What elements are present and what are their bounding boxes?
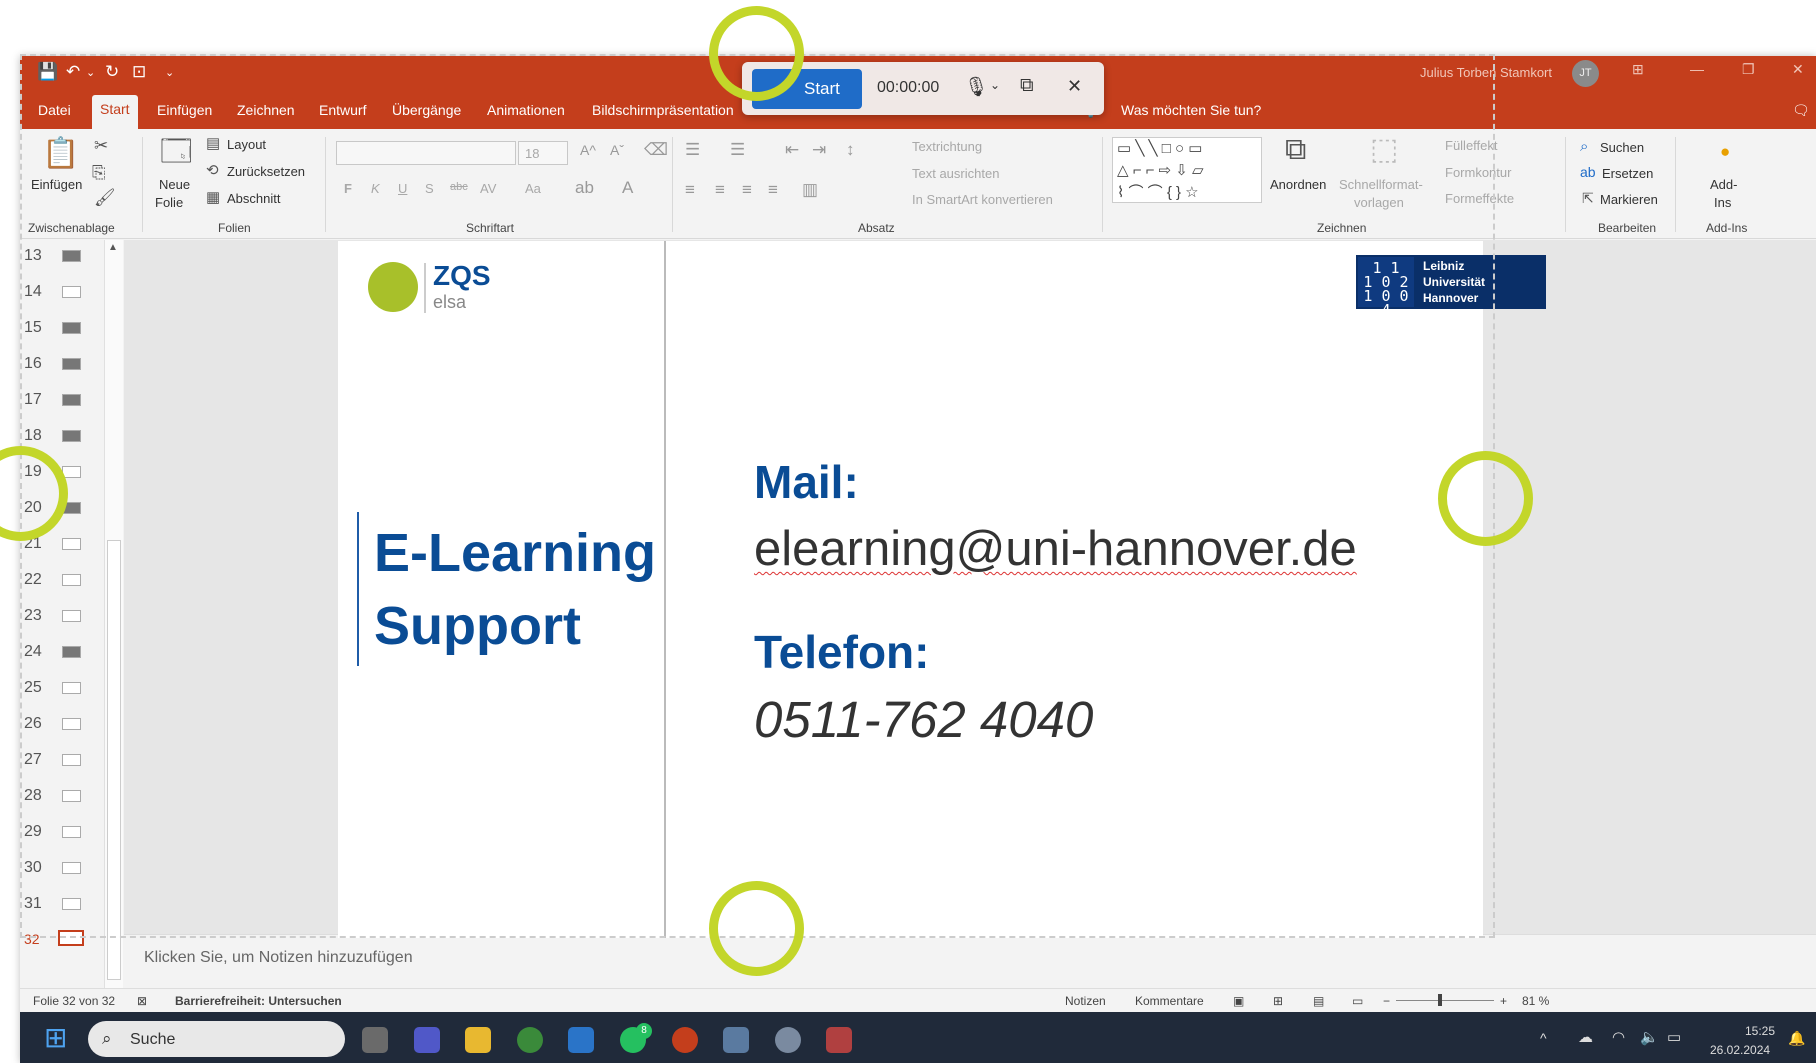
windows-start-icon[interactable]: ⊞ [44, 1024, 67, 1052]
volume-icon[interactable]: 🔈 [1640, 1028, 1659, 1046]
clock-time[interactable]: 15:25 [1745, 1024, 1775, 1038]
wifi-icon[interactable]: ◠ [1612, 1028, 1625, 1046]
settings-icon[interactable] [775, 1027, 801, 1053]
divider [1565, 137, 1566, 232]
status-bar: Folie 32 von 32 ⊠ Barrierefreiheit: Unte… [20, 988, 1816, 1012]
notification-icon[interactable]: 🔔 [1788, 1030, 1805, 1047]
replace-icon: ab [1580, 164, 1596, 180]
taskbar-search[interactable]: ⌕ Suche [88, 1021, 345, 1057]
notes-button[interactable]: Notizen [1065, 994, 1106, 1008]
notes-placeholder[interactable]: Klicken Sie, um Notizen hinzuzufügen [144, 949, 413, 967]
maximize-icon[interactable]: ❐ [1742, 61, 1755, 78]
group-editing: Bearbeiten [1598, 221, 1657, 235]
zoom-slider[interactable] [1396, 1000, 1494, 1001]
addins-icon[interactable]: ● [1720, 143, 1730, 160]
search-icon: ⌕ [102, 1029, 112, 1048]
select-button[interactable]: Markieren [1600, 192, 1658, 207]
select-icon: ⇱ [1582, 190, 1594, 206]
chrome-icon[interactable] [517, 1027, 543, 1053]
photos-icon[interactable] [723, 1027, 749, 1053]
addins-button[interactable]: Add- [1710, 177, 1737, 192]
spelling-icon[interactable]: ⊠ [137, 994, 147, 1008]
reading-view-icon[interactable]: ▤ [1313, 994, 1324, 1008]
slideshow-view-icon[interactable]: ▭ [1352, 994, 1363, 1008]
notes-pane[interactable]: Klicken Sie, um Notizen hinzuzufügen [124, 934, 1816, 989]
slide-sorter-icon[interactable]: ⊞ [1273, 994, 1283, 1008]
minimize-icon[interactable]: — [1690, 61, 1704, 77]
selection-handle-right[interactable] [1438, 451, 1533, 546]
whatsapp-badge: 8 [636, 1023, 652, 1039]
clock-date[interactable]: 26.02.2024 [1710, 1043, 1770, 1057]
addins-button-2[interactable]: Ins [1714, 195, 1731, 210]
tray-overflow-icon[interactable]: ^ [1540, 1030, 1547, 1046]
battery-icon[interactable]: ▭ [1667, 1028, 1681, 1046]
search-icon: ⌕ [1580, 138, 1589, 155]
zoom-out-icon[interactable]: − [1383, 994, 1390, 1008]
snipping-tool-icon[interactable] [826, 1027, 852, 1053]
comments-icon[interactable]: 🗨 [1792, 102, 1810, 119]
onedrive-icon[interactable]: ☁ [1578, 1028, 1593, 1046]
selection-handle-top[interactable] [709, 6, 804, 101]
zoom-in-icon[interactable]: + [1500, 994, 1507, 1008]
group-addins: Add-Ins [1706, 221, 1748, 235]
teams-icon[interactable] [414, 1027, 440, 1053]
divider [1675, 137, 1676, 232]
accessibility-button[interactable]: Barrierefreiheit: Untersuchen [175, 994, 342, 1008]
selection-handle-bottom[interactable] [709, 881, 804, 976]
normal-view-icon[interactable]: ▣ [1233, 994, 1244, 1008]
store-icon[interactable] [568, 1027, 594, 1053]
slide-count: Folie 32 von 32 [33, 994, 116, 1008]
close-icon[interactable]: ✕ [1792, 61, 1804, 78]
screen: 💾 ↶ ⌄ ↻ ⊡ ⌄ Julius Torben Stamkort JT ⊞ … [0, 0, 1816, 1063]
replace-button[interactable]: Ersetzen [1602, 166, 1653, 181]
find-button[interactable]: Suchen [1600, 140, 1644, 155]
powerpoint-icon[interactable] [672, 1027, 698, 1053]
avatar[interactable]: JT [1572, 60, 1599, 87]
task-view-icon[interactable] [362, 1027, 388, 1053]
zoom-level[interactable]: 81 % [1522, 994, 1549, 1008]
zoom-slider-thumb[interactable] [1438, 994, 1442, 1006]
ribbon-display-icon[interactable]: ⊞ [1632, 61, 1644, 78]
comments-button[interactable]: Kommentare [1135, 994, 1204, 1008]
recording-selection-area[interactable] [20, 54, 1495, 938]
explorer-icon[interactable] [465, 1027, 491, 1053]
search-label: Suche [130, 1031, 176, 1048]
